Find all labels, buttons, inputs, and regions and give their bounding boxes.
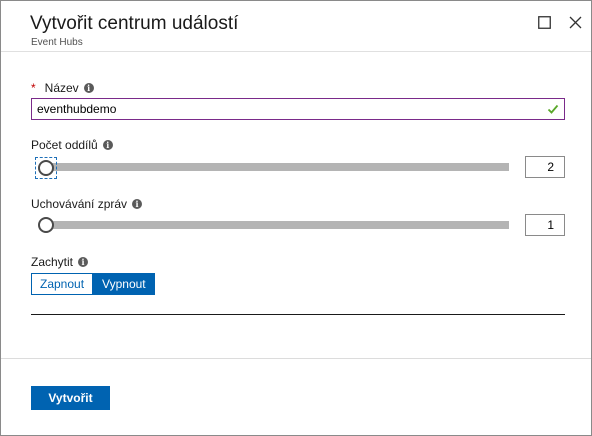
required-marker: * [31,81,36,95]
capture-toggle: Zapnout Vypnout [31,273,155,295]
retention-value-box[interactable]: 1 [525,214,565,236]
create-event-hub-blade: Vytvořit centrum událostí Event Hubs * N… [0,0,592,436]
capture-label-row: Zachytit i [31,255,89,269]
footer-divider [1,358,591,359]
name-input[interactable] [32,99,537,119]
maximize-button[interactable] [533,11,555,33]
maximize-icon [537,15,551,29]
info-icon[interactable]: i [78,257,89,267]
partitions-label-row: Počet oddílů i [31,138,113,152]
partitions-label: Počet oddílů [31,138,98,152]
checkmark-icon [547,104,559,114]
create-button[interactable]: Vytvořit [31,386,110,410]
page-subtitle: Event Hubs [31,37,83,48]
section-divider [31,314,565,315]
capture-option-off[interactable]: Vypnout [93,273,155,295]
name-label-row: * Název i [31,81,94,95]
info-icon[interactable]: i [132,199,143,209]
retention-label: Uchovávání zpráv [31,197,128,211]
close-icon [569,16,581,28]
name-label: Název [44,81,79,95]
capture-label: Zachytit [31,255,74,269]
partitions-value-box[interactable]: 2 [525,156,565,178]
page-title: Vytvořit centrum událostí [30,13,239,34]
retention-label-row: Uchovávání zpráv i [31,197,143,211]
capture-option-on[interactable]: Zapnout [31,273,94,295]
retention-slider-thumb[interactable] [38,217,54,233]
name-field[interactable] [31,98,565,120]
retention-slider-track[interactable] [45,221,509,229]
info-icon[interactable]: i [83,83,94,93]
blade-header: Vytvořit centrum událostí Event Hubs [1,1,591,52]
info-icon[interactable]: i [102,140,113,150]
partitions-slider-track[interactable] [45,163,509,171]
partitions-slider-thumb[interactable] [38,160,54,176]
close-button[interactable] [564,11,586,33]
